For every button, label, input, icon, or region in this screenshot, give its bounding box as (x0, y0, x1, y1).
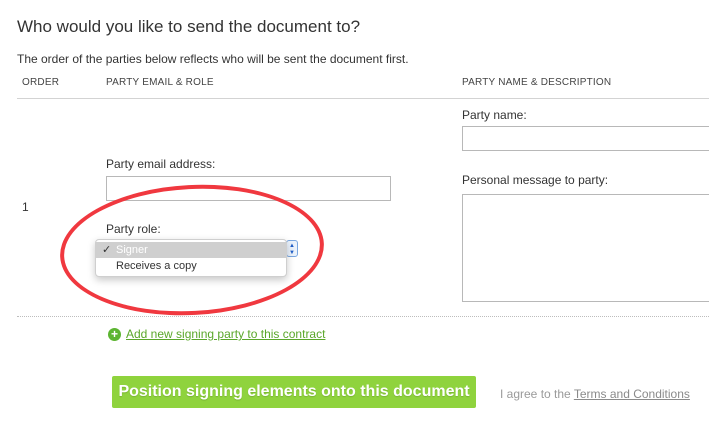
party-row-divider (17, 316, 709, 317)
role-option-label: Signer (116, 244, 148, 256)
add-party-link-text[interactable]: Add new signing party to this contract (126, 327, 325, 341)
column-header-order: ORDER (22, 77, 60, 88)
page-title: Who would you like to send the document … (17, 17, 361, 36)
plus-circle-icon: + (108, 327, 121, 341)
chevron-up-icon: ▲ (289, 243, 295, 249)
add-party-link[interactable]: + Add new signing party to this contract (108, 327, 325, 341)
party-role-dropdown: ✓ Signer Receives a copy (95, 239, 287, 277)
role-option-receives-copy[interactable]: Receives a copy (96, 258, 286, 274)
party-order-number: 1 (22, 200, 29, 214)
party-name-label: Party name: (462, 108, 527, 122)
role-option-label: Receives a copy (116, 260, 197, 272)
email-label: Party email address: (106, 157, 216, 171)
agree-text: I agree to the (500, 387, 571, 401)
role-label: Party role: (106, 222, 161, 236)
chevron-down-icon: ▼ (289, 250, 295, 256)
send-document-page: Who would you like to send the document … (0, 0, 709, 423)
table-header-divider (17, 98, 709, 99)
personal-message-label: Personal message to party: (462, 173, 609, 187)
personal-message-textarea[interactable] (462, 194, 709, 302)
checkmark-icon: ✓ (102, 244, 112, 256)
party-email-field[interactable] (106, 176, 391, 201)
party-role-select[interactable]: ▲ ▼ (286, 240, 298, 257)
column-header-email-role: PARTY EMAIL & ROLE (106, 77, 214, 88)
role-option-signer[interactable]: ✓ Signer (96, 242, 286, 258)
party-name-field[interactable] (462, 126, 709, 151)
terms-link[interactable]: Terms and Conditions (574, 387, 690, 401)
terms-agreement: I agree to the Terms and Conditions (500, 387, 690, 401)
order-description: The order of the parties below reflects … (17, 52, 409, 66)
position-signing-elements-button[interactable]: Position signing elements onto this docu… (112, 376, 476, 408)
column-header-name-description: PARTY NAME & DESCRIPTION (462, 77, 612, 88)
